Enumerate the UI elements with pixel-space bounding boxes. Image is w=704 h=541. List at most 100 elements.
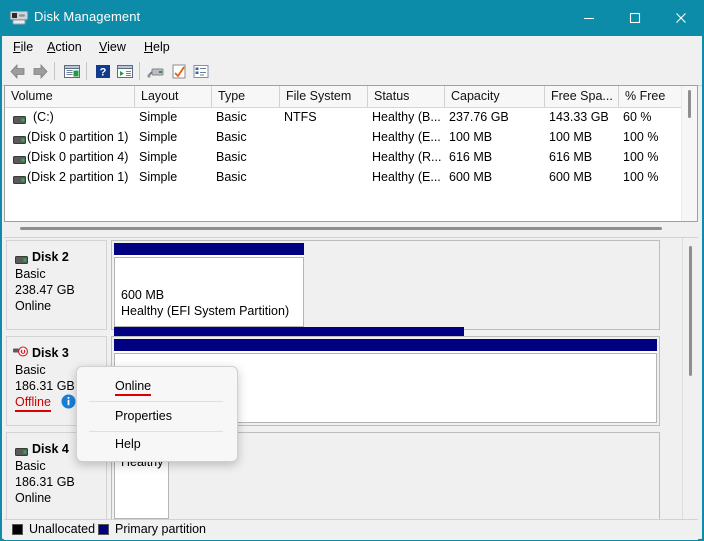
cell-status: Healthy (B...: [372, 110, 441, 124]
cell-free-space: 616 MB: [549, 150, 593, 164]
minimize-button[interactable]: [566, 0, 612, 36]
volume-icon: [13, 133, 26, 144]
context-menu[interactable]: Online Properties Help: [76, 366, 238, 462]
cell-type: Basic: [216, 170, 247, 184]
disk-name: Disk 4: [32, 442, 69, 456]
disk-offline-icon: [13, 346, 29, 359]
toolbar-separator-3: [139, 62, 140, 80]
volume-list-vertical-scrollbar[interactable]: [681, 86, 697, 221]
volume-list[interactable]: Volume Layout Type File System Status Ca…: [4, 85, 698, 222]
maximize-button[interactable]: [612, 0, 658, 36]
context-menu-item-properties-label: Properties: [115, 409, 172, 423]
disk-name: Disk 2: [32, 250, 69, 264]
column-header-free-space[interactable]: Free Spa...: [545, 86, 619, 107]
show-hide-console-tree-icon[interactable]: [62, 62, 82, 81]
cell-status: Healthy (E...: [372, 170, 441, 184]
column-header-layout[interactable]: Layout: [135, 86, 212, 107]
disk-capacity: 186.31 GB: [15, 475, 75, 489]
context-menu-item-properties[interactable]: Properties: [77, 403, 235, 429]
disk-info-panel[interactable]: Disk 2 Basic 238.47 GB Online: [6, 240, 107, 330]
legend: Unallocated Primary partition: [4, 519, 698, 540]
context-menu-item-online-label: Online: [115, 379, 152, 396]
partition-size: 600 MB: [121, 288, 165, 302]
client-area: File Action View Help ? Volume Layout Ty…: [2, 36, 702, 540]
disk-row-disk-2[interactable]: Disk 2 Basic 238.47 GB Online 600 MB Hea…: [4, 238, 683, 411]
toolbar-separator-2: [86, 62, 87, 80]
cell-free-space: 100 MB: [549, 130, 593, 144]
partition-area: 600 MB Healthy (EFI System Partition) SS…: [111, 240, 660, 411]
cell-free-space: 143.33 GB: [549, 110, 609, 124]
menu-view-label-rest: iew: [107, 40, 126, 54]
menu-help-label-rest: elp: [153, 40, 170, 54]
close-button[interactable]: [658, 0, 704, 36]
cell-file-system: NTFS: [284, 110, 317, 124]
cell-layout: Simple: [139, 110, 178, 124]
column-header-capacity[interactable]: Capacity: [445, 86, 545, 107]
column-header-file-system[interactable]: File System: [280, 86, 368, 107]
rescan-disks-icon[interactable]: [147, 62, 167, 81]
context-menu-item-online[interactable]: Online: [77, 373, 235, 399]
help-icon[interactable]: ?: [93, 62, 113, 81]
show-hide-action-pane-icon[interactable]: [115, 62, 135, 81]
table-row[interactable]: (Disk 0 partition 4) Simple Basic Health…: [5, 147, 697, 167]
title-bar[interactable]: Disk Management: [0, 0, 704, 36]
cell-volume: (C:): [33, 110, 54, 124]
menu-action-label-rest: ction: [55, 40, 82, 54]
partition-block[interactable]: 600 MB Healthy (EFI System Partition): [114, 243, 304, 327]
menu-action[interactable]: Action: [40, 39, 89, 56]
table-row[interactable]: (Disk 2 partition 1) Simple Basic Health…: [5, 167, 697, 187]
list-view-icon[interactable]: [191, 62, 211, 81]
partition-color-bar: [114, 243, 304, 255]
column-header-type[interactable]: Type: [212, 86, 280, 107]
context-menu-item-help-label: Help: [115, 437, 141, 451]
cell-volume: (Disk 0 partition 4): [27, 150, 129, 164]
info-icon[interactable]: [61, 394, 76, 409]
properties-icon[interactable]: [169, 62, 189, 81]
disk-management-window: Disk Management File Action View Help ? …: [0, 0, 704, 541]
disk-type: Basic: [15, 267, 46, 281]
back-icon[interactable]: [8, 62, 28, 81]
context-menu-item-help[interactable]: Help: [77, 431, 235, 457]
legend-swatch-unallocated: [12, 524, 23, 535]
menu-view[interactable]: View: [92, 39, 133, 56]
toolbar: ?: [2, 58, 702, 86]
cell-file-system: [284, 127, 368, 147]
disk-name: Disk 3: [32, 346, 69, 360]
forward-icon[interactable]: [30, 62, 50, 81]
cell-layout: Simple: [139, 130, 178, 144]
menu-file[interactable]: File: [6, 39, 40, 56]
disk-status-offline[interactable]: Offline: [15, 395, 51, 412]
disk-icon: [15, 445, 28, 456]
cell-capacity: 100 MB: [449, 130, 493, 144]
svg-text:?: ?: [100, 67, 107, 79]
partition-status: Healthy (EFI System Partition): [121, 304, 290, 318]
table-row[interactable]: (Disk 0 partition 1) Simple Basic Health…: [5, 127, 697, 147]
scrollbar-thumb[interactable]: [20, 227, 662, 230]
volume-list-rows: (C:) Simple Basic NTFS Healthy (B... 237…: [5, 107, 697, 187]
menu-help[interactable]: Help: [137, 39, 177, 56]
disk-capacity: 238.47 GB: [15, 283, 75, 297]
legend-swatch-primary-partition: [98, 524, 109, 535]
cell-capacity: 616 MB: [449, 150, 493, 164]
context-menu-separator-1: [89, 401, 223, 402]
legend-label-unallocated: Unallocated: [29, 522, 96, 536]
volume-list-horizontal-scrollbar[interactable]: [4, 222, 698, 237]
graph-vertical-scrollbar[interactable]: [682, 238, 698, 520]
toolbar-separator-1: [54, 62, 55, 80]
scrollbar-thumb[interactable]: [688, 90, 691, 118]
volume-icon: [13, 153, 26, 164]
disk-type: Basic: [15, 363, 46, 377]
column-header-volume[interactable]: Volume: [5, 86, 135, 107]
volume-icon: [13, 113, 26, 124]
disk-type: Basic: [15, 459, 46, 473]
table-row[interactable]: (C:) Simple Basic NTFS Healthy (B... 237…: [5, 107, 697, 127]
cell-volume: (Disk 2 partition 1): [27, 170, 129, 184]
cell-file-system: [284, 167, 368, 187]
cell-capacity: 237.76 GB: [449, 110, 509, 124]
scrollbar-thumb[interactable]: [689, 246, 692, 376]
partition-color-bar: [114, 339, 657, 351]
disk-icon: [15, 253, 28, 264]
menu-file-label-rest: ile: [20, 40, 34, 54]
cell-type: Basic: [216, 110, 247, 124]
column-header-status[interactable]: Status: [368, 86, 445, 107]
